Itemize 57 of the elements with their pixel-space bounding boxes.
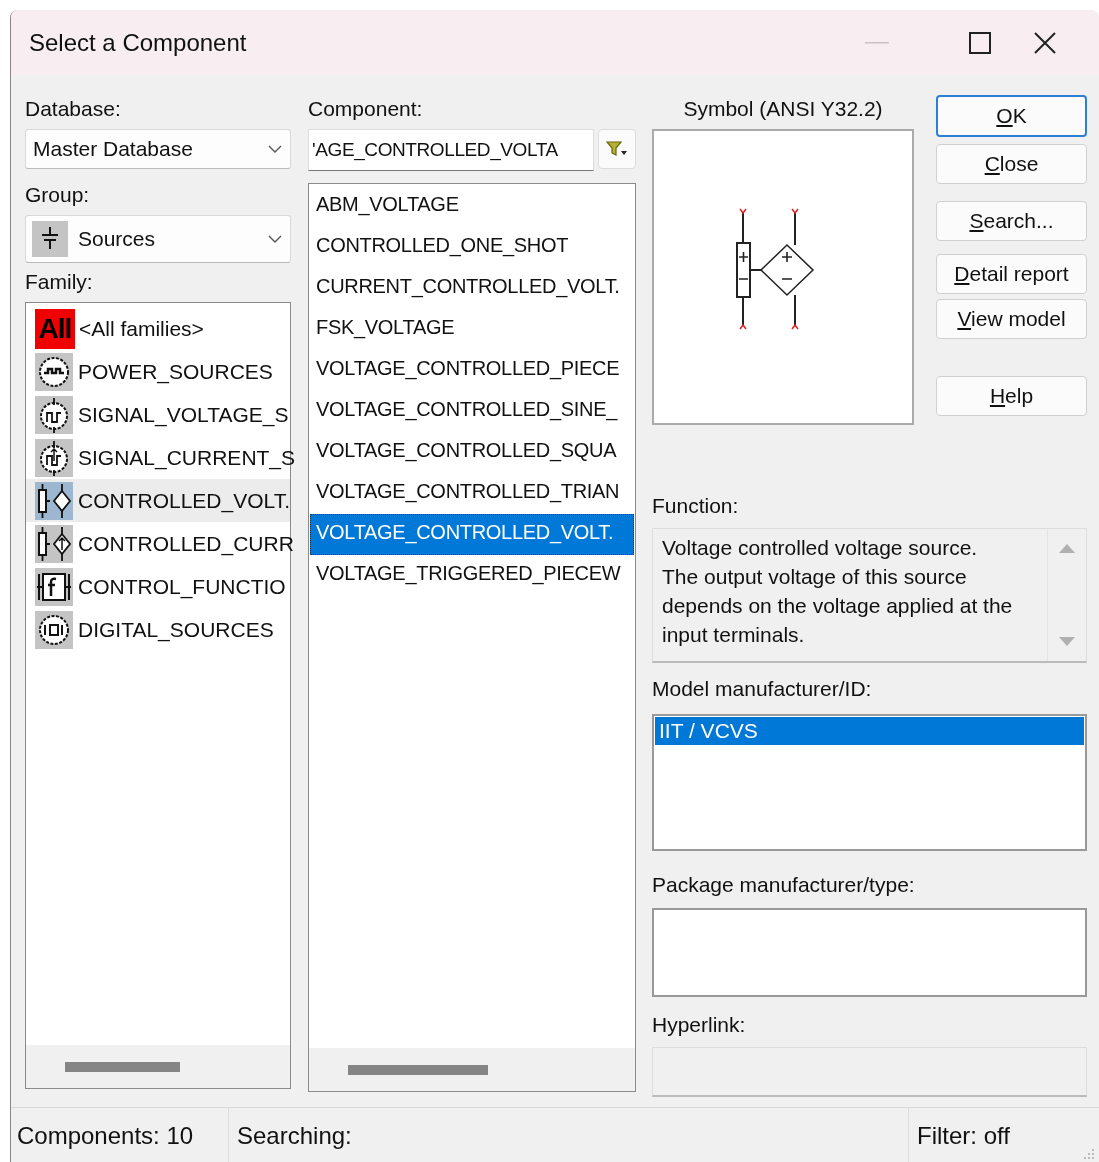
dialog-button[interactable]: Search...	[936, 201, 1087, 241]
component-input-field[interactable]: 'AGE_CONTROLLED_VOLTA	[308, 129, 594, 171]
controlled-source-icon	[35, 524, 73, 563]
chevron-down-icon	[268, 235, 282, 243]
all-families-icon: All	[35, 308, 75, 349]
filter-icon	[606, 140, 628, 158]
dialog-button[interactable]: OK	[936, 95, 1087, 137]
component-item[interactable]: VOLTAGE_CONTROLLED_TRIAN	[310, 473, 634, 514]
horizontal-scrollbar[interactable]	[309, 1048, 635, 1091]
group-dropdown[interactable]: Sources	[25, 215, 291, 263]
status-text: Components: 10	[11, 1108, 229, 1162]
scrollbar-thumb[interactable]	[65, 1061, 180, 1072]
dialog-button[interactable]: Help	[936, 376, 1087, 416]
maximize-icon[interactable]	[969, 31, 991, 54]
component-item[interactable]: CONTROLLED_ONE_SHOT	[310, 227, 634, 268]
component-label: Component:	[308, 97, 424, 122]
dialog-button[interactable]: View model	[936, 299, 1087, 339]
source-symbol-icon	[32, 221, 68, 257]
component-item[interactable]: VOLTAGE_CONTROLLED_VOLT.	[310, 514, 634, 555]
horizontal-scrollbar[interactable]	[26, 1045, 290, 1088]
component-item[interactable]: VOLTAGE_CONTROLLED_SQUA	[310, 432, 634, 473]
family-item[interactable]: DIGITAL_SOURCES	[35, 608, 290, 651]
model-item[interactable]: IIT / VCVS	[655, 717, 1084, 745]
controlled-source-icon	[35, 481, 73, 520]
function-description: Voltage controlled voltage source. The output voltage of this source depends on the voltage applied at the input terminals.	[662, 535, 1014, 648]
close-icon[interactable]	[1033, 30, 1057, 55]
family-item[interactable]: All <All families>	[35, 307, 290, 350]
scrollbar-thumb[interactable]	[348, 1064, 488, 1075]
status-text: Searching:	[229, 1108, 909, 1162]
package-label: Package manufacturer/type:	[652, 873, 916, 898]
filter-button[interactable]	[598, 129, 636, 169]
scroll-up-icon[interactable]	[1058, 542, 1076, 554]
database-label: Database:	[25, 97, 122, 122]
function-label: Function:	[652, 494, 740, 519]
component-item[interactable]: VOLTAGE_CONTROLLED_SINE_	[310, 391, 634, 432]
family-item[interactable]: CONTROLLED_VOLT.	[26, 479, 290, 522]
component-item[interactable]: VOLTAGE_CONTROLLED_PIECE	[310, 350, 634, 391]
component-item[interactable]: ABM_VOLTAGE	[310, 186, 634, 227]
database-dropdown[interactable]: Master Database	[25, 129, 291, 169]
family-item[interactable]: POWER_SOURCES	[35, 350, 290, 393]
status-text: Filter: off	[916, 1121, 1011, 1151]
chevron-down-icon	[268, 145, 282, 153]
group-label: Group:	[25, 183, 91, 208]
function-block-icon	[35, 567, 73, 606]
scroll-down-icon[interactable]	[1058, 636, 1076, 648]
family-item[interactable]: SIGNAL_VOLTAGE_S	[35, 393, 290, 436]
symbol-label: Symbol (ANSI Y32.2)	[682, 97, 884, 122]
family-item[interactable]: CONTROL_FUNCTIO	[35, 565, 290, 608]
window-title: Select a Component	[29, 28, 247, 57]
dialog-button[interactable]: Close	[936, 144, 1087, 184]
model-label: Model manufacturer/ID:	[652, 677, 873, 702]
component-item[interactable]: FSK_VOLTAGE	[310, 309, 634, 350]
component-item[interactable]: VOLTAGE_TRIGGERED_PIECEW	[310, 555, 634, 596]
dialog-button[interactable]: Detail report	[936, 254, 1087, 294]
family-label: Family:	[25, 270, 94, 295]
hyperlink-label: Hyperlink:	[652, 1013, 747, 1038]
component-item[interactable]: CURRENT_CONTROLLED_VOLT.	[310, 268, 634, 309]
